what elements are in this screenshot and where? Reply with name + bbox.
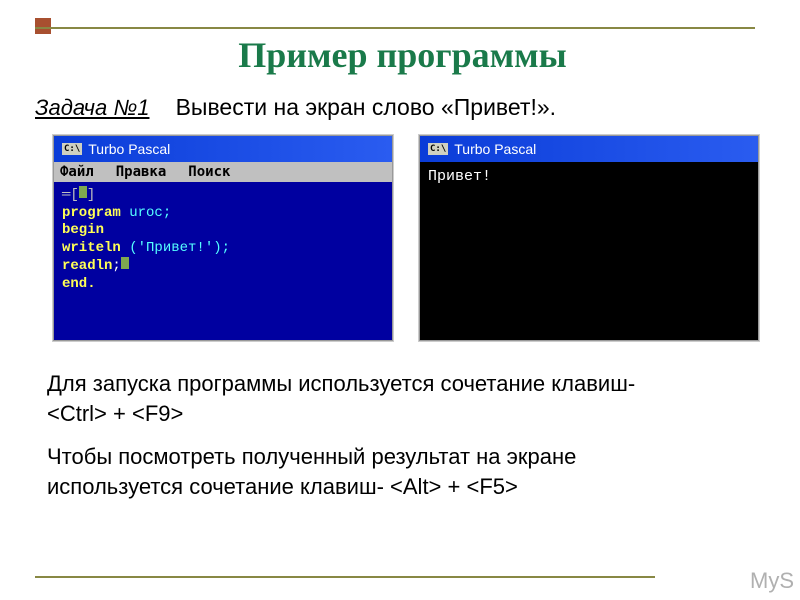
window-title: Turbo Pascal	[88, 141, 170, 157]
console-output: Привет!	[420, 162, 758, 340]
editor-area: ═[] program uroc; begin writeln ('Привет…	[54, 182, 392, 340]
kw-writeln: writeln	[62, 240, 121, 256]
window-icon: C:\	[428, 143, 448, 155]
instructions: Для запуска программы используется сочет…	[35, 369, 770, 502]
instr2-line2: используется сочетание клавиш- <Alt> + <…	[47, 474, 518, 499]
cursor-icon	[121, 257, 129, 269]
accent-square	[35, 18, 51, 34]
kw-program: program	[62, 205, 121, 221]
window-icon: C:\	[62, 143, 82, 155]
ident-uroc: uroc;	[129, 205, 171, 221]
task-label: Задача №1	[35, 95, 149, 120]
window-titlebar: C:\ Turbo Pascal	[420, 136, 758, 162]
instr2-line1: Чтобы посмотреть полученный результат на…	[47, 444, 576, 469]
menu-file[interactable]: Файл	[60, 164, 94, 180]
instruction-view: Чтобы посмотреть полученный результат на…	[35, 442, 770, 501]
instruction-run: Для запуска программы используется сочет…	[35, 369, 770, 428]
task-row: Задача №1 Вывести на экран слово «Привет…	[35, 94, 770, 121]
window-title: Turbo Pascal	[454, 141, 536, 157]
cursor-icon	[79, 186, 87, 198]
instr1-line2: <Ctrl> + <F9>	[47, 401, 183, 426]
accent-line-bottom	[35, 576, 655, 578]
menu-edit[interactable]: Правка	[116, 164, 167, 180]
instr1-line1: Для запуска программы используется сочет…	[47, 371, 635, 396]
turbo-pascal-output-window: C:\ Turbo Pascal Привет!	[419, 135, 759, 341]
watermark: MyS	[750, 568, 794, 594]
menu-search[interactable]: Поиск	[188, 164, 230, 180]
window-titlebar: C:\ Turbo Pascal	[54, 136, 392, 162]
screenshots-row: C:\ Turbo Pascal Файл Правка Поиск ═[] p…	[53, 135, 760, 341]
accent-line-top	[35, 27, 755, 29]
semi: ;	[112, 258, 120, 274]
kw-readln: readln	[62, 258, 112, 274]
task-text: Вывести на экран слово «Привет!».	[176, 94, 556, 120]
slide-title: Пример программы	[35, 34, 770, 76]
frame-bracket: ═[	[62, 187, 79, 203]
kw-end: end.	[62, 276, 96, 292]
turbo-pascal-editor-window: C:\ Turbo Pascal Файл Правка Поиск ═[] p…	[53, 135, 393, 341]
editor-menu-bar: Файл Правка Поиск	[54, 162, 392, 182]
kw-begin: begin	[62, 222, 104, 238]
str-privet: ('Привет!');	[121, 240, 230, 256]
